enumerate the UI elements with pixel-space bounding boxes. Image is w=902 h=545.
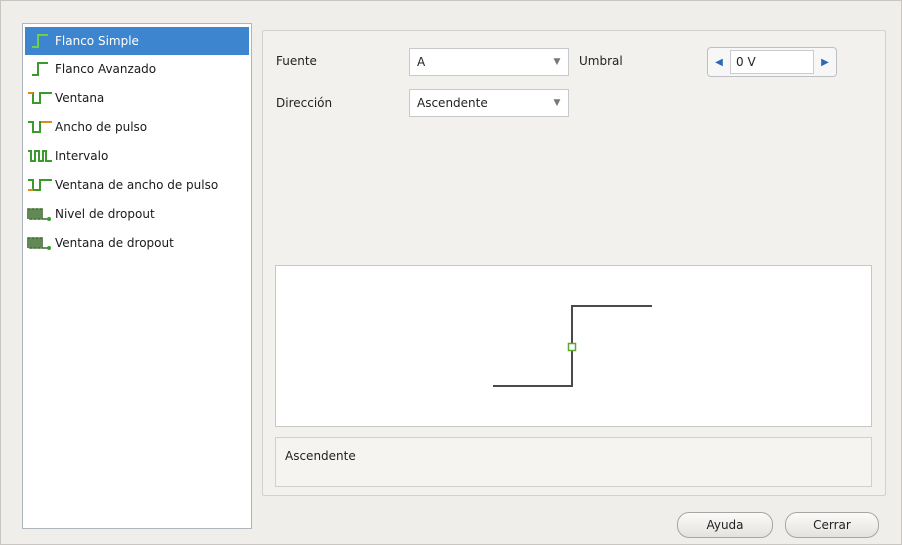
chevron-down-icon: ▼ (553, 57, 561, 67)
description-box: Ascendente (275, 437, 872, 487)
trigger-dialog: Flanco Simple Flanco Avanzado Ventana An… (0, 0, 902, 545)
increment-arrow-icon[interactable]: ▶ (814, 50, 836, 74)
trigger-item-flanco-simple[interactable]: Flanco Simple (25, 27, 249, 55)
threshold-value[interactable]: 0 V (730, 50, 814, 74)
rising-edge-waveform (493, 305, 652, 387)
source-label: Fuente (276, 54, 317, 68)
trigger-item-label: Intervalo (55, 149, 109, 163)
trigger-item-ventana-dropout[interactable]: Ventana de dropout (25, 229, 249, 257)
level-dropout-icon (25, 203, 55, 225)
direction-value: Ascendente (417, 96, 488, 110)
trigger-point-marker (567, 342, 577, 352)
pulse-width-icon (25, 116, 55, 138)
help-button[interactable]: Ayuda (677, 512, 773, 538)
decrement-arrow-icon[interactable]: ◀ (708, 50, 730, 74)
window-dropout-icon (25, 232, 55, 254)
trigger-item-label: Ventana de ancho de pulso (55, 178, 219, 192)
description-text: Ascendente (285, 449, 356, 463)
advanced-edge-icon (25, 58, 55, 80)
trigger-item-label: Nivel de dropout (55, 207, 155, 221)
direction-label: Dirección (276, 96, 333, 110)
close-button[interactable]: Cerrar (785, 512, 879, 538)
source-select[interactable]: A ▼ (409, 48, 569, 76)
threshold-label: Umbral (579, 54, 623, 68)
trigger-type-list[interactable]: Flanco Simple Flanco Avanzado Ventana An… (22, 23, 252, 529)
trigger-preview (275, 265, 872, 427)
trigger-item-label: Ventana de dropout (55, 236, 174, 250)
window-pulse-width-icon (25, 174, 55, 196)
trigger-item-label: Ancho de pulso (55, 120, 148, 134)
chevron-down-icon: ▼ (553, 98, 561, 108)
direction-select[interactable]: Ascendente ▼ (409, 89, 569, 117)
threshold-spinbox[interactable]: ◀ 0 V ▶ (707, 47, 837, 77)
trigger-item-label: Flanco Simple (55, 34, 139, 48)
trigger-item-label: Ventana (55, 91, 105, 105)
window-icon (25, 87, 55, 109)
source-value: A (417, 55, 426, 69)
simple-edge-icon (25, 30, 55, 52)
trigger-item-nivel-dropout[interactable]: Nivel de dropout (25, 200, 249, 228)
trigger-item-ventana[interactable]: Ventana (25, 84, 249, 112)
trigger-item-label: Flanco Avanzado (55, 62, 157, 76)
trigger-item-ventana-ancho-pulso[interactable]: Ventana de ancho de pulso (25, 171, 249, 199)
trigger-item-flanco-avanzado[interactable]: Flanco Avanzado (25, 55, 249, 83)
interval-icon (25, 145, 55, 167)
trigger-item-intervalo[interactable]: Intervalo (25, 142, 249, 170)
trigger-item-ancho-de-pulso[interactable]: Ancho de pulso (25, 113, 249, 141)
